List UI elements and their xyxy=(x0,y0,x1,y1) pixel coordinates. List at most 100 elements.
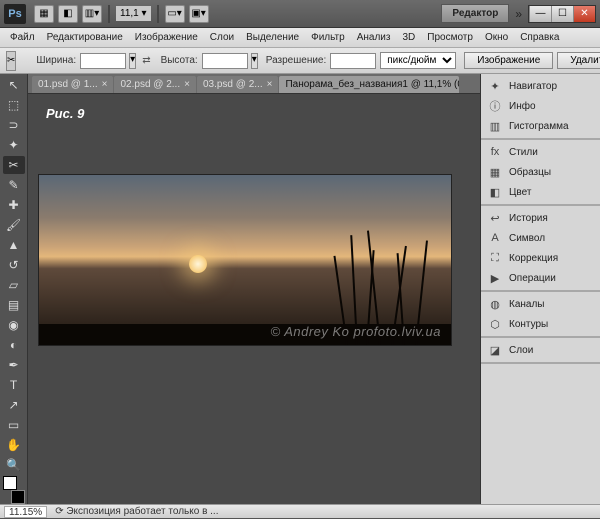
launch-bridge-icon[interactable]: ▦ xyxy=(34,5,54,23)
panel-label: Символ xyxy=(509,233,545,244)
panel-label: Гистограмма xyxy=(509,121,569,132)
expand-icon[interactable]: » xyxy=(515,7,522,21)
zoom-tool[interactable]: 🔍 xyxy=(3,456,25,474)
panel-label: Операции xyxy=(509,273,556,284)
panel-слои[interactable]: ◪Слои xyxy=(481,340,600,360)
menu-изображение[interactable]: Изображение xyxy=(129,32,204,43)
separator xyxy=(108,5,110,23)
background-swatch[interactable] xyxy=(11,490,25,504)
операции-icon: ▶ xyxy=(487,271,503,285)
rect-tool[interactable]: ▭ xyxy=(3,416,25,434)
status-message: ⟳ Экспозиция работает только в ... xyxy=(55,506,218,517)
heal-tool[interactable]: ✚ xyxy=(3,196,25,214)
blur-tool[interactable]: ◉ xyxy=(3,316,25,334)
zoom-level-select[interactable]: 11,1 ▾ xyxy=(116,6,151,21)
panel-label: Каналы xyxy=(509,299,545,310)
menu-редактирование[interactable]: Редактирование xyxy=(41,32,129,43)
crop-tool-icon[interactable]: ✂ xyxy=(6,51,16,71)
sun xyxy=(189,255,207,273)
menu-фильтр[interactable]: Фильтр xyxy=(305,32,351,43)
resolution-input[interactable] xyxy=(330,53,376,69)
move-tool[interactable]: ↖ xyxy=(3,76,25,94)
width-dropdown[interactable]: ▾ xyxy=(129,53,136,69)
maximize-button[interactable]: ☐ xyxy=(551,6,573,22)
инфо-icon: ⓘ xyxy=(487,99,503,113)
menu-файл[interactable]: Файл xyxy=(4,32,41,43)
panel-образцы[interactable]: ▦Образцы xyxy=(481,162,600,182)
arrange-docs-icon[interactable]: ▭▾ xyxy=(165,5,185,23)
panel-история[interactable]: ↩ История xyxy=(481,208,600,228)
panel-group: fxСтили▦Образцы◧Цвет xyxy=(481,140,600,206)
panel-label: Цвет xyxy=(509,187,531,198)
document-tab[interactable]: 01.psd @ 1... × xyxy=(32,76,113,93)
panel-group: ✦НавигаторⓘИнфо▥Гистограмма xyxy=(481,74,600,140)
menu-окно[interactable]: Окно xyxy=(479,32,514,43)
tab-close-icon[interactable]: × xyxy=(184,79,190,90)
width-input[interactable] xyxy=(80,53,126,69)
crop-tool[interactable]: ✂ xyxy=(3,156,25,174)
tab-close-icon[interactable]: × xyxy=(102,79,108,90)
tab-label: 01.psd @ 1... xyxy=(38,79,98,90)
grad-tool[interactable]: ▤ xyxy=(3,296,25,314)
status-zoom[interactable]: 11.15% xyxy=(4,506,47,518)
figure-label: Рис. 9 xyxy=(46,106,84,121)
eraser-tool[interactable]: ▱ xyxy=(3,276,25,294)
brush-tool[interactable]: 🖌 xyxy=(3,216,25,234)
menu-слои[interactable]: Слои xyxy=(204,32,240,43)
menu-справка[interactable]: Справка xyxy=(514,32,565,43)
panel-гистограмма[interactable]: ▥Гистограмма xyxy=(481,116,600,136)
document-tab[interactable]: 03.psd @ 2... × xyxy=(197,76,278,93)
tab-close-icon[interactable]: × xyxy=(267,79,273,90)
front-image-button[interactable]: Изображение xyxy=(464,52,553,69)
clear-button[interactable]: Удалить xyxy=(557,52,600,69)
menu-анализ[interactable]: Анализ xyxy=(351,32,397,43)
panel-контуры[interactable]: ⬡Контуры xyxy=(481,314,600,334)
panel-инфо[interactable]: ⓘИнфо xyxy=(481,96,600,116)
panel-стили[interactable]: fxСтили xyxy=(481,142,600,162)
panel-label: История xyxy=(509,213,548,224)
panel-label: Коррекция xyxy=(509,253,558,264)
document-tab[interactable]: Панорама_без_названия1 @ 11,1% (01.psd, … xyxy=(279,76,459,93)
swap-wh-icon[interactable]: ⇄ xyxy=(142,55,150,66)
workspace-editor-button[interactable]: Редактор xyxy=(441,4,509,23)
panel-навигатор[interactable]: ✦Навигатор xyxy=(481,76,600,96)
panel-коррекция[interactable]: ⛶Коррекция xyxy=(481,248,600,268)
view-extras-icon[interactable]: ▥▾ xyxy=(82,5,102,23)
lasso-tool[interactable]: ⊃ xyxy=(3,116,25,134)
pen-tool[interactable]: ✒ xyxy=(3,356,25,374)
marquee-tool[interactable]: ⬚ xyxy=(3,96,25,114)
color-swatches[interactable] xyxy=(3,476,25,504)
status-bar: 11.15% ⟳ Экспозиция работает только в ..… xyxy=(0,504,600,518)
tab-label: 03.psd @ 2... xyxy=(203,79,263,90)
panel-label: Контуры xyxy=(509,319,548,330)
height-dropdown[interactable]: ▾ xyxy=(251,53,258,69)
menu-3d[interactable]: 3D xyxy=(396,32,421,43)
minimize-button[interactable]: — xyxy=(529,6,551,22)
canvas[interactable]: Рис. 9 © Andrey Ko profoto.lviv.ua xyxy=(28,94,480,504)
panel-group: ◍Каналы⬡Контуры xyxy=(481,292,600,338)
panel-каналы[interactable]: ◍Каналы xyxy=(481,294,600,314)
document-tab[interactable]: 02.psd @ 2...× xyxy=(114,76,195,93)
history-tool[interactable]: ↺ xyxy=(3,256,25,274)
stamp-tool[interactable]: ▲ xyxy=(3,236,25,254)
eyedrop-tool[interactable]: ✎ xyxy=(3,176,25,194)
dodge-tool[interactable]: ◐ xyxy=(3,336,25,354)
height-input[interactable] xyxy=(202,53,248,69)
wand-tool[interactable]: ✦ xyxy=(3,136,25,154)
type-tool[interactable]: T xyxy=(3,376,25,394)
menu-просмотр[interactable]: Просмотр xyxy=(421,32,479,43)
width-label: Ширина: xyxy=(36,55,76,66)
resolution-units-select[interactable]: пикс/дюйм xyxy=(380,52,456,69)
hand-tool[interactable]: ✋ xyxy=(3,436,25,454)
история-icon: ↩ xyxy=(487,211,503,225)
path-tool[interactable]: ↗ xyxy=(3,396,25,414)
panel-символ[interactable]: AСимвол xyxy=(481,228,600,248)
close-button[interactable]: ✕ xyxy=(573,6,595,22)
panel-цвет[interactable]: ◧Цвет xyxy=(481,182,600,202)
screen-mode-icon[interactable]: ▣▾ xyxy=(189,5,209,23)
menu-выделение[interactable]: Выделение xyxy=(240,32,305,43)
panel-операции[interactable]: ▶ Операции xyxy=(481,268,600,288)
foreground-swatch[interactable] xyxy=(3,476,17,490)
mini-bridge-icon[interactable]: ◧ xyxy=(58,5,78,23)
panel-group: ↩ История AСимвол⛶Коррекция ▶ Операции xyxy=(481,206,600,292)
